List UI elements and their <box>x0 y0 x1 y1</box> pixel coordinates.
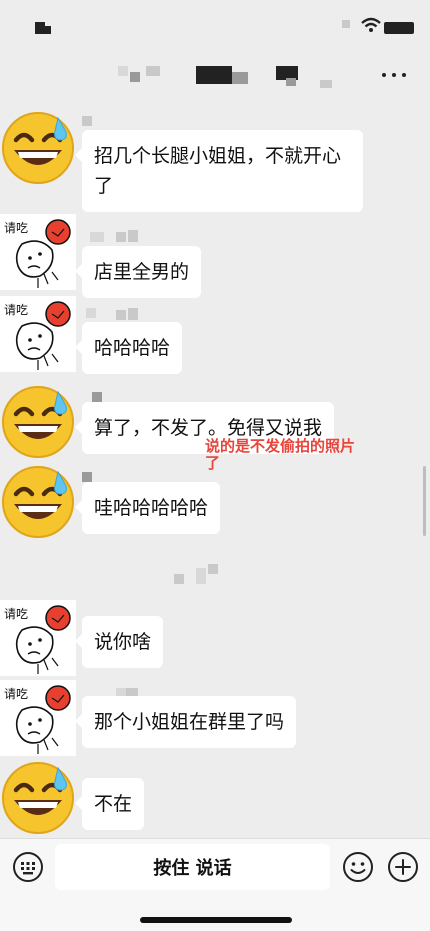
sweat-smile-emoji-avatar[interactable] <box>0 384 76 460</box>
more-icon[interactable] <box>382 70 408 80</box>
status-time-redacted <box>45 26 51 34</box>
chat-header <box>0 50 430 108</box>
sender-name-redacted <box>82 116 92 126</box>
message-bubble[interactable]: 招几个长腿小姐姐，不就开心了 <box>75 130 363 212</box>
wifi-icon <box>361 17 381 32</box>
status-time-redacted <box>35 22 45 34</box>
sender-name-redacted <box>128 230 138 242</box>
keyboard-icon[interactable] <box>12 851 44 883</box>
sticker-text: 请吃 <box>4 303 28 317</box>
hold-to-talk-button[interactable]: 按住 说话 <box>55 844 330 890</box>
sweat-smile-emoji-avatar[interactable] <box>0 464 76 540</box>
sender-name-redacted <box>86 308 96 318</box>
home-indicator[interactable] <box>140 917 292 923</box>
status-signal-redacted <box>342 20 350 28</box>
boxing-sticker-avatar[interactable]: 请吃 <box>0 680 76 756</box>
message-bubble[interactable]: 哈哈哈哈 <box>74 322 183 374</box>
scrollbar[interactable] <box>423 466 426 536</box>
battery-icon <box>384 22 414 34</box>
boxing-sticker-avatar[interactable]: 请吃 <box>0 296 76 372</box>
message-list[interactable]: 招几个长腿小姐姐，不就开心了 请吃 店里全男的 请吃 哈哈哈哈 算了，不发了。免… <box>0 108 430 838</box>
status-bar <box>0 0 430 50</box>
sweat-smile-emoji-avatar[interactable] <box>0 760 76 836</box>
sender-name-redacted <box>82 472 92 482</box>
sender-name-redacted <box>90 232 104 242</box>
message-bubble[interactable]: 不在 <box>74 778 145 830</box>
boxing-sticker-avatar[interactable]: 请吃 <box>0 600 76 676</box>
sender-name-redacted <box>116 310 126 320</box>
sticker-text: 请吃 <box>4 687 28 701</box>
annotation-line-1: 说的是不发偷拍的照片 <box>205 437 356 455</box>
boxing-sticker-avatar[interactable]: 请吃 <box>0 214 76 290</box>
message-bubble[interactable]: 说你啥 <box>74 616 164 668</box>
annotation-line-2: 了 <box>205 454 221 472</box>
plus-icon[interactable] <box>387 851 419 883</box>
sender-name-redacted <box>92 392 102 402</box>
message-bubble[interactable]: 哇哈哈哈哈哈 <box>74 482 221 534</box>
sender-name-redacted <box>128 308 138 320</box>
sticker-text: 请吃 <box>4 221 28 235</box>
message-bubble[interactable]: 店里全男的 <box>74 246 202 298</box>
red-annotation: 说的是不发偷拍的照片 了 <box>205 438 355 472</box>
sweat-smile-emoji-avatar[interactable] <box>0 110 76 186</box>
sticker-text: 请吃 <box>4 607 28 621</box>
emoji-icon[interactable] <box>342 851 374 883</box>
sender-name-redacted <box>116 232 126 242</box>
message-bubble[interactable]: 那个小姐姐在群里了吗 <box>74 696 297 748</box>
